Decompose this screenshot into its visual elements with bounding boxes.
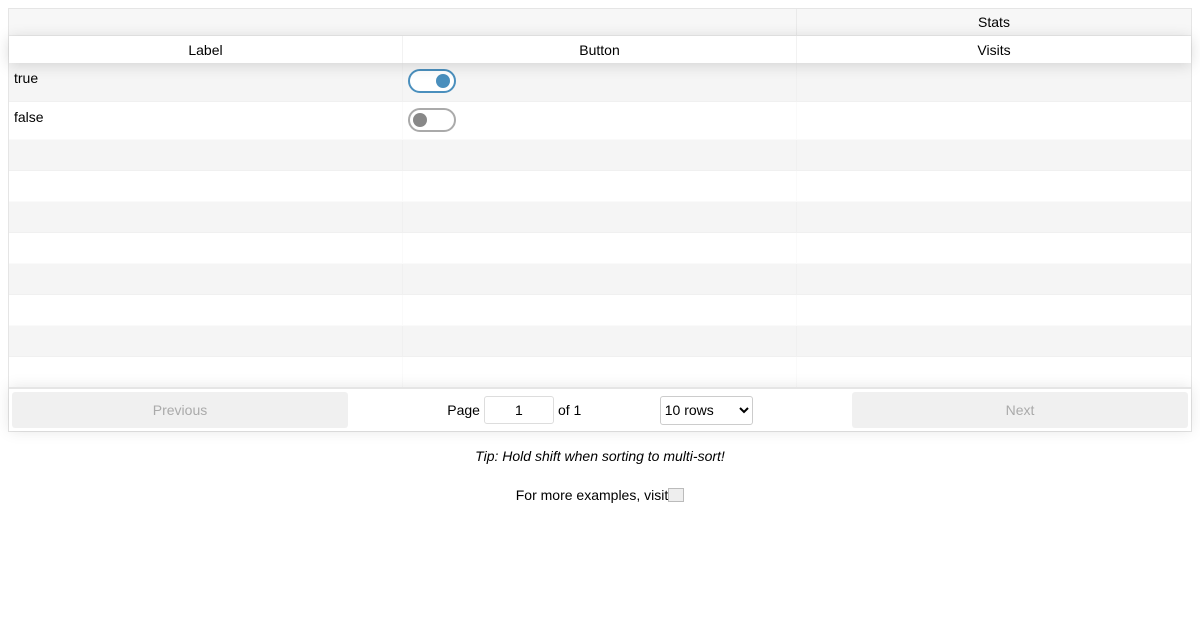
empty-cell [9,295,403,325]
empty-row [9,171,1191,202]
empty-row [9,295,1191,326]
empty-row [9,233,1191,264]
column-header-visits[interactable]: Visits [797,36,1191,63]
page-number-input[interactable] [483,396,554,424]
table-row: false [9,102,1191,140]
data-table: Stats Label Button Visits true false Pre… [8,8,1192,432]
group-header-empty [9,9,797,35]
toggle-switch-off[interactable] [408,108,456,132]
empty-row [9,357,1191,388]
page-label: Page [447,402,480,418]
group-header-stats[interactable]: Stats [797,9,1191,35]
empty-cell [9,202,403,232]
empty-cell [797,140,1191,170]
label-cell: true [14,70,39,86]
broken-image-icon[interactable] [668,488,685,503]
empty-cell [403,171,797,201]
empty-row [9,140,1191,171]
more-examples: For more examples, visit [0,487,1200,503]
toggle-knob [413,113,427,127]
empty-cell [797,202,1191,232]
empty-cell [797,295,1191,325]
empty-cell [9,233,403,263]
visits-cell [797,63,1191,101]
pagination-center: Page of 1 10 rows [348,395,852,425]
column-header-button[interactable]: Button [403,36,797,63]
pagination-bar: Previous Page of 1 10 rows Next [9,387,1191,431]
page-info: Page of 1 [387,396,581,424]
visits-cell [797,102,1191,139]
page-total: of 1 [557,402,582,418]
previous-button[interactable]: Previous [12,392,348,428]
empty-cell [403,295,797,325]
empty-row [9,326,1191,357]
empty-cell [403,357,797,387]
group-header-row: Stats [9,9,1191,36]
button-cell [403,63,797,101]
rows-per-page-select[interactable]: 10 rows [659,395,753,425]
empty-cell [9,171,403,201]
empty-cell [9,264,403,294]
empty-cell [797,264,1191,294]
empty-cell [403,264,797,294]
empty-cell [9,326,403,356]
column-header-label[interactable]: Label [9,36,403,63]
next-button[interactable]: Next [852,392,1188,428]
empty-cell [797,357,1191,387]
label-cell: false [14,109,44,125]
empty-cell [797,233,1191,263]
column-header-row: Label Button Visits [9,36,1191,63]
empty-cell [797,326,1191,356]
empty-cell [403,326,797,356]
sort-tip: Tip: Hold shift when sorting to multi-so… [475,448,725,464]
empty-cell [403,233,797,263]
empty-cell [403,202,797,232]
toggle-switch-on[interactable] [408,69,456,93]
table-body: true false [9,63,1191,388]
empty-cell [403,140,797,170]
empty-cell [797,171,1191,201]
empty-row [9,264,1191,295]
table-row: true [9,63,1191,102]
empty-cell [9,357,403,387]
button-cell [403,102,797,139]
empty-cell [9,140,403,170]
toggle-knob [436,74,450,88]
more-examples-text: For more examples, visit [515,487,669,503]
empty-row [9,202,1191,233]
